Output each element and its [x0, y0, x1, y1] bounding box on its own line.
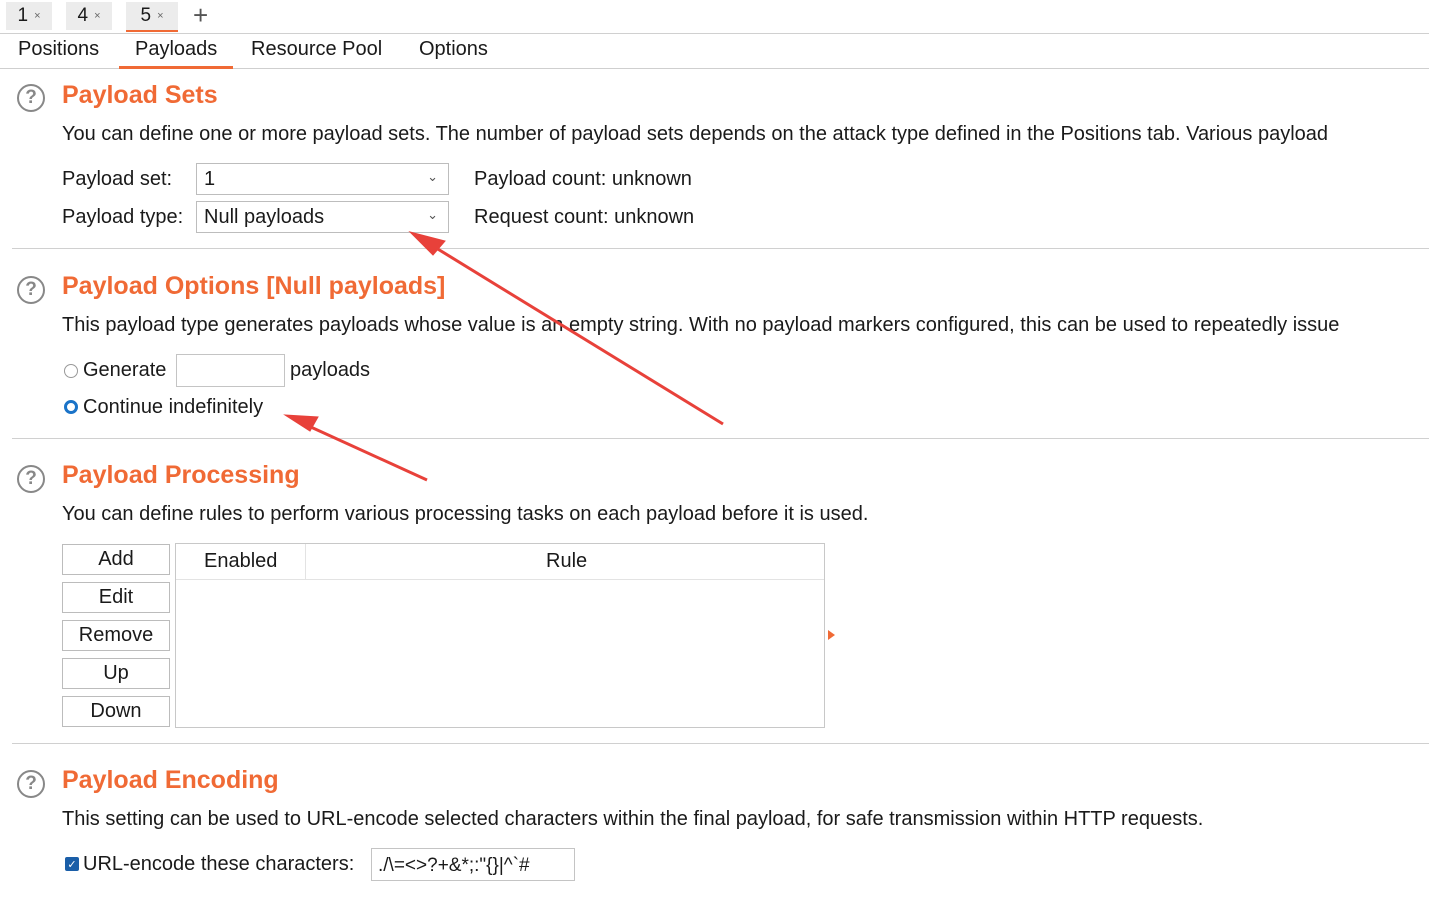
- annotation-arrows: [283, 231, 724, 482]
- arrow-shaft: [301, 421, 428, 482]
- annotation-arrow: [283, 414, 428, 482]
- arrow-shaft: [427, 241, 724, 426]
- annotation-arrow: [408, 231, 724, 426]
